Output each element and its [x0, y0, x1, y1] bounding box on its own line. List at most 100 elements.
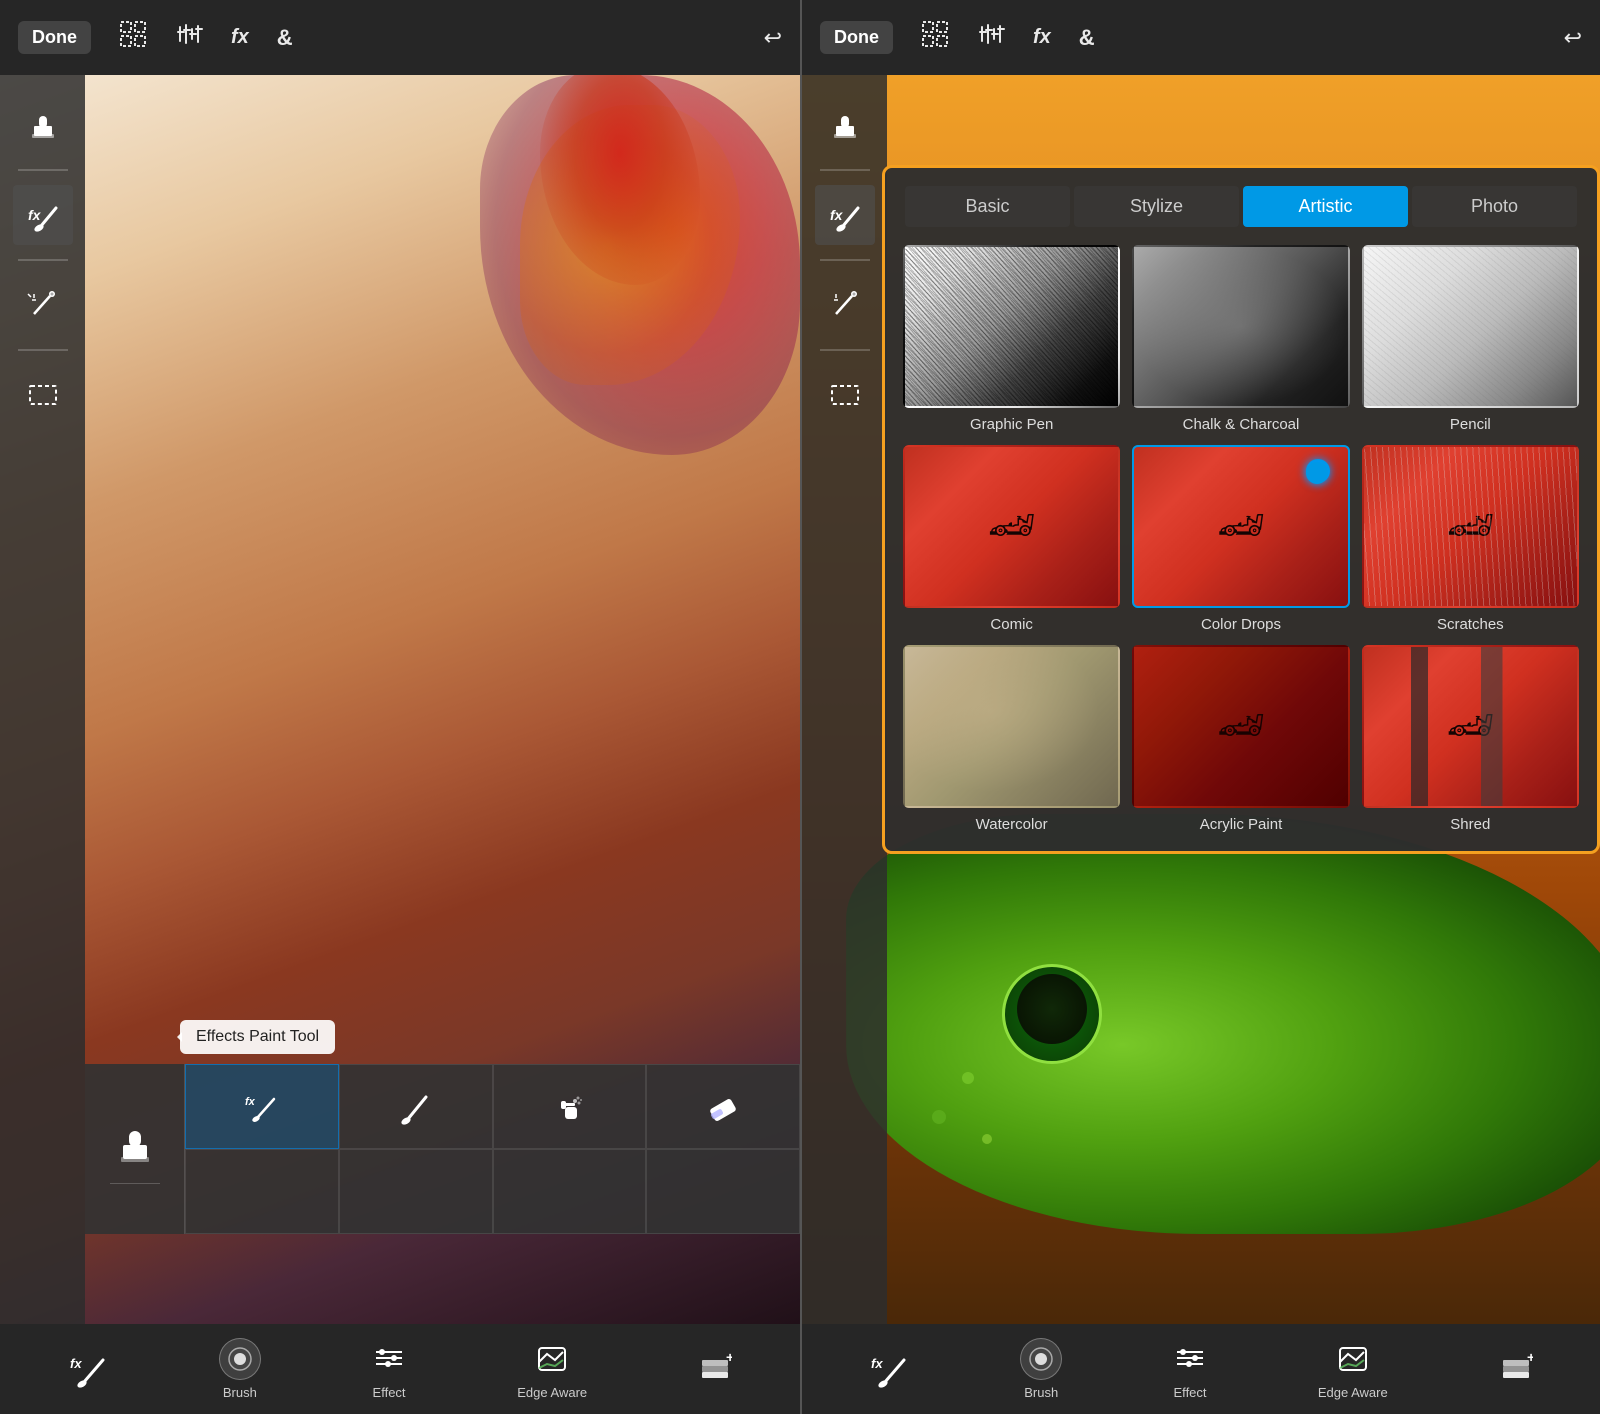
svg-text:fx: fx [28, 207, 42, 223]
sub-divider [110, 1183, 160, 1184]
bottom-effect-button[interactable]: Effect [368, 1338, 410, 1400]
right-adjust-icon[interactable] [977, 20, 1005, 55]
right-fx-icon[interactable]: fx [1033, 26, 1051, 49]
dot-2 [962, 1072, 974, 1084]
right-sep-2 [820, 259, 870, 261]
fx-brush-tool[interactable]: fx [13, 185, 73, 245]
right-bottom-toolbar: fx Brush [802, 1324, 1600, 1414]
effect-comic-label: Comic [990, 616, 1033, 633]
effect-comic-thumb: 🏎 [903, 445, 1120, 608]
selection-icon[interactable] [119, 20, 147, 55]
effects-paint-tooltip: Effects Paint Tool [180, 1020, 335, 1054]
svg-text:fx: fx [70, 1356, 82, 1371]
selection-tool[interactable] [13, 365, 73, 425]
sub-tool-grid: fx [185, 1064, 800, 1234]
effect-color-drops[interactable]: 🏎 Color Drops [1132, 445, 1349, 633]
effect-chalk-charcoal-label: Chalk & Charcoal [1183, 416, 1300, 433]
effect-label: Effect [373, 1385, 406, 1400]
sub-tool-panel-left [85, 1064, 185, 1234]
effect-scratches-thumb: 🏎 [1362, 445, 1579, 608]
right-bottom-edge-aware-button[interactable]: Edge Aware [1318, 1338, 1388, 1400]
effect-graphic-pen-thumb [903, 245, 1120, 408]
tab-photo[interactable]: Photo [1412, 186, 1577, 227]
fx-brush-cell[interactable]: fx [185, 1064, 339, 1149]
effect-shred[interactable]: 🏎 Shred [1362, 645, 1579, 833]
left-tools-panel: fx [0, 75, 85, 1324]
magic-wand-tool[interactable] [13, 275, 73, 335]
right-done-button[interactable]: Done [820, 21, 893, 54]
right-magic-wand-tool[interactable] [815, 275, 875, 335]
effect-comic[interactable]: 🏎 Comic [903, 445, 1120, 633]
right-toolbar: Done fx & [802, 0, 1600, 75]
left-undo-icon[interactable]: ↩ [764, 25, 782, 51]
eraser-cell[interactable] [646, 1064, 800, 1149]
effect-watercolor-thumb [903, 645, 1120, 808]
effect-shred-label: Shred [1450, 816, 1490, 833]
ampersand-icon[interactable]: & [277, 25, 293, 51]
effect-graphic-pen-label: Graphic Pen [970, 416, 1053, 433]
left-bottom-toolbar: fx Brush [0, 1324, 800, 1414]
right-edge-aware-label: Edge Aware [1318, 1385, 1388, 1400]
right-stamp-tool[interactable] [815, 95, 875, 155]
bottom-fx-button[interactable]: fx [64, 1345, 112, 1393]
right-ampersand-icon[interactable]: & [1079, 25, 1095, 51]
right-bottom-effect-button[interactable]: Effect [1169, 1338, 1211, 1400]
svg-text:fx: fx [871, 1356, 883, 1371]
spray-cell[interactable] [493, 1064, 647, 1149]
right-sep-3 [820, 349, 870, 351]
bottom-layers-button[interactable]: + [694, 1348, 736, 1390]
chameleon-body [846, 814, 1600, 1234]
fx-panel: Basic Stylize Artistic Photo Graphic Pen [882, 165, 1600, 854]
effect-graphic-pen[interactable]: Graphic Pen [903, 245, 1120, 433]
svg-text:fx: fx [830, 207, 844, 223]
effect-chalk-charcoal-thumb [1132, 245, 1349, 408]
right-bottom-brush-button[interactable]: Brush [1020, 1338, 1062, 1400]
effect-acrylic-paint-thumb: 🏎 [1132, 645, 1349, 808]
paintbrush-cell[interactable] [339, 1064, 493, 1149]
brush-label: Brush [223, 1385, 257, 1400]
sub-cell-6 [339, 1149, 493, 1234]
effect-chalk-charcoal[interactable]: Chalk & Charcoal [1132, 245, 1349, 433]
effect-color-drops-label: Color Drops [1201, 616, 1281, 633]
effect-pencil-label: Pencil [1450, 416, 1491, 433]
effect-shred-thumb: 🏎 [1362, 645, 1579, 808]
effect-watercolor-label: Watercolor [976, 816, 1048, 833]
right-selection-icon[interactable] [921, 20, 949, 55]
svg-text:+: + [726, 1352, 732, 1365]
effect-pencil[interactable]: Pencil [1362, 245, 1579, 433]
right-selection-tool[interactable] [815, 365, 875, 425]
right-undo-icon[interactable]: ↩ [1564, 25, 1582, 51]
right-panel: Done fx & [800, 0, 1600, 1414]
right-fx-brush-tool[interactable]: fx [815, 185, 875, 245]
left-toolbar: Done fx & [0, 0, 800, 75]
sub-cell-7 [493, 1149, 647, 1234]
effect-pencil-thumb [1362, 245, 1579, 408]
effect-color-drops-thumb: 🏎 [1132, 445, 1349, 608]
sub-cell-5 [185, 1149, 339, 1234]
fx-icon[interactable]: fx [231, 26, 249, 49]
left-done-button[interactable]: Done [18, 21, 91, 54]
right-effect-label: Effect [1174, 1385, 1207, 1400]
tab-basic[interactable]: Basic [905, 186, 1070, 227]
adjust-icon[interactable] [175, 20, 203, 55]
tab-artistic[interactable]: Artistic [1243, 186, 1408, 227]
sub-cell-8 [646, 1149, 800, 1234]
effect-acrylic-paint-label: Acrylic Paint [1200, 816, 1283, 833]
stamp-tool[interactable] [13, 95, 73, 155]
sub-tool-panel: fx [85, 1064, 800, 1234]
tool-separator-2 [18, 259, 68, 261]
effect-scratches[interactable]: 🏎 Scratches [1362, 445, 1579, 633]
right-bottom-layers-button[interactable]: + [1495, 1348, 1537, 1390]
right-bottom-fx-button[interactable]: fx [865, 1345, 913, 1393]
dot-1 [932, 1110, 946, 1124]
effect-acrylic-paint[interactable]: 🏎 Acrylic Paint [1132, 645, 1349, 833]
dot-3 [982, 1134, 992, 1144]
effect-watercolor[interactable]: Watercolor [903, 645, 1120, 833]
tool-separator-3 [18, 349, 68, 351]
left-canvas: fx [0, 75, 800, 1324]
bottom-brush-button[interactable]: Brush [219, 1338, 261, 1400]
sub-stamp-icon[interactable] [105, 1115, 165, 1175]
bottom-edge-aware-button[interactable]: Edge Aware [517, 1338, 587, 1400]
tab-stylize[interactable]: Stylize [1074, 186, 1239, 227]
fx-effects-grid: Graphic Pen Chalk & Charcoal Pencil [903, 245, 1579, 833]
